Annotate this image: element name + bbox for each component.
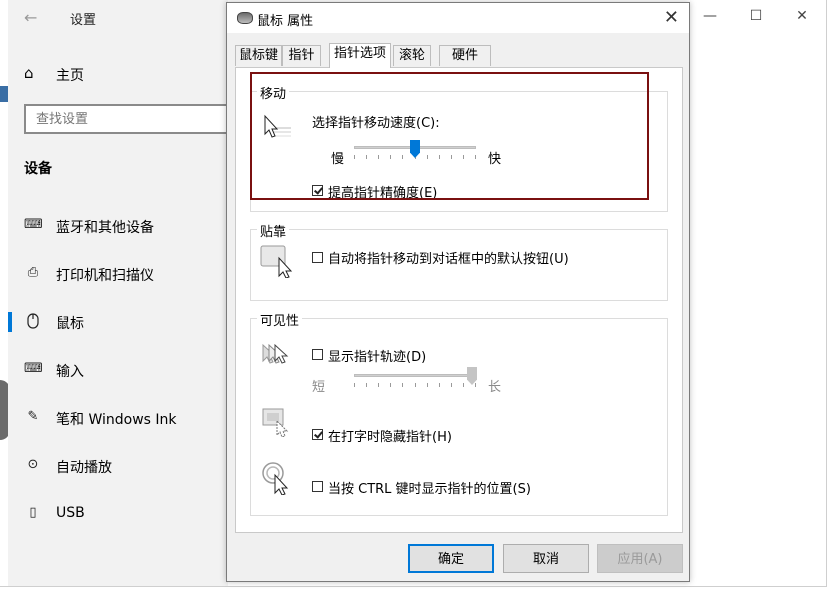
maximize-icon[interactable]: ☐ (746, 8, 766, 24)
slider-tick (463, 155, 464, 159)
trails-short-label: 短 (312, 380, 326, 395)
slow-label: 慢 (331, 152, 345, 167)
ctrl-locate-label: 当按 CTRL 键时显示指针的位置(S) (328, 482, 531, 497)
slider-tick (378, 383, 379, 387)
mouse-icon (237, 12, 253, 24)
motion-legend: 移动 (257, 83, 290, 102)
trails-long-label: 长 (488, 380, 502, 395)
slider-tick (439, 383, 440, 387)
snap-label: 自动将指针移动到对话框中的默认按钮(U) (328, 252, 569, 267)
search-box[interactable] (24, 104, 236, 134)
search-input[interactable] (26, 106, 236, 132)
ctrl-locate-icon (262, 462, 289, 495)
nav-item-printers[interactable]: ⎙ 打印机和扫描仪 (8, 254, 228, 294)
snap-group: 贴靠 自动将指针移动到对话框中的默认按钮(U) (250, 221, 668, 301)
cancel-button[interactable]: 取消 (503, 544, 589, 573)
slider-tick (390, 383, 391, 387)
slider-tick (451, 155, 452, 159)
nav-item-autoplay[interactable]: ⊙ 自动播放 (8, 446, 228, 486)
dialog-title: 鼠标 属性 (257, 14, 314, 29)
slider-tick (475, 155, 476, 159)
selected-indicator (8, 312, 12, 332)
pointer-trails-label: 显示指针轨迹(D) (328, 350, 427, 365)
nav-item-label: USB (56, 505, 85, 521)
nav-item-label: 鼠标 (56, 316, 84, 332)
nav-item-label: 自动播放 (56, 460, 112, 476)
back-arrow-icon[interactable]: ← (24, 8, 37, 27)
snap-legend: 贴靠 (257, 221, 290, 240)
hide-while-typing-checkbox[interactable] (312, 429, 323, 440)
desktop-edge (0, 86, 8, 102)
nav-item-label: 输入 (56, 364, 84, 380)
hide-while-typing-label: 在打字时隐藏指针(H) (328, 430, 452, 445)
settings-app-title: 设置 (70, 13, 97, 28)
slider-tick (402, 383, 403, 387)
slider-tick (415, 383, 416, 387)
enhance-precision-label: 提高指针精确度(E) (328, 186, 438, 201)
tab-wheel[interactable]: 滚轮 (393, 45, 431, 66)
tab-pointer-options[interactable]: 指针选项 (329, 43, 391, 68)
nav-home-label: 主页 (56, 68, 84, 84)
hide-pointer-icon (262, 408, 289, 437)
slider-tick (354, 155, 355, 159)
tab-pointers[interactable]: 指针 (282, 45, 321, 66)
pointer-trails-icon (262, 343, 289, 364)
autoplay-icon: ⊙ (27, 457, 39, 472)
minimize-icon[interactable]: — (700, 8, 720, 24)
slider-tick (366, 383, 367, 387)
close-icon[interactable]: ✕ (792, 8, 812, 24)
motion-group: 移动 选择指针移动速度(C): 慢 快 提高指针精确度(E) (250, 83, 668, 212)
trails-slider-ticks (354, 383, 476, 387)
nav-item-label: 笔和 Windows Ink (56, 412, 177, 428)
printer-icon: ⎙ (27, 265, 39, 280)
settings-titlebar: ← 设置 (0, 0, 226, 34)
slider-tick (475, 383, 476, 387)
slider-tick (402, 155, 403, 159)
bluetooth-devices-icon: ⌨ (24, 217, 43, 232)
speed-label: 选择指针移动速度(C): (312, 116, 440, 131)
apply-button[interactable]: 应用(A) (597, 544, 683, 573)
keyboard-icon: ⌨ (24, 361, 43, 376)
ctrl-locate-checkbox[interactable] (312, 481, 323, 492)
slider-tick (463, 383, 464, 387)
pen-icon: ✎ (27, 409, 39, 424)
ok-button[interactable]: 确定 (408, 544, 494, 573)
mouse-properties-dialog: 鼠标 属性 ✕ 鼠标键 指针 指针选项 滚轮 硬件 移动 选择指针移动速度(C)… (226, 2, 690, 582)
snap-checkbox[interactable] (312, 252, 323, 263)
nav-item-pen[interactable]: ✎ 笔和 Windows Ink (8, 398, 228, 438)
section-title: 设备 (24, 161, 52, 177)
slider-tick (354, 383, 355, 387)
slider-tick (451, 383, 452, 387)
pointer-speed-icon (264, 114, 291, 138)
slider-tick (427, 383, 428, 387)
enhance-precision-checkbox[interactable] (312, 185, 323, 196)
slider-tick (366, 155, 367, 159)
nav-item-label: 蓝牙和其他设备 (56, 220, 154, 236)
tab-buttons[interactable]: 鼠标键 (235, 45, 282, 66)
visibility-legend: 可见性 (257, 310, 303, 329)
pointer-options-panel: 移动 选择指针移动速度(C): 慢 快 提高指针精确度(E) 贴靠 自动将指针移… (235, 67, 683, 533)
trails-slider-track (354, 374, 476, 377)
tab-hardware[interactable]: 硬件 (439, 45, 491, 66)
nav-item-label: 打印机和扫描仪 (56, 268, 154, 284)
dialog-close-icon[interactable]: ✕ (664, 7, 679, 28)
usb-icon: ▯ (29, 505, 37, 520)
slider-tick (439, 155, 440, 159)
pointer-trails-checkbox[interactable] (312, 349, 323, 360)
home-icon: ⌂ (24, 64, 34, 82)
visibility-group: 可见性 显示指针轨迹(D) 短 长 在打字时隐藏指针(H) 当按 CTRL 键时… (250, 310, 668, 516)
nav-item-bluetooth[interactable]: ⌨ 蓝牙和其他设备 (8, 206, 228, 246)
slider-tick (390, 155, 391, 159)
dialog-titlebar: 鼠标 属性 ✕ (227, 3, 689, 33)
snap-to-icon (260, 245, 293, 278)
fast-label: 快 (488, 152, 502, 167)
nav-item-mouse[interactable]: 鼠标 (8, 302, 228, 342)
nav-item-usb[interactable]: ▯ USB (8, 494, 228, 534)
nav-item-typing[interactable]: ⌨ 输入 (8, 350, 228, 390)
mouse-icon (24, 313, 42, 331)
slider-tick (427, 155, 428, 159)
slider-tick (378, 155, 379, 159)
